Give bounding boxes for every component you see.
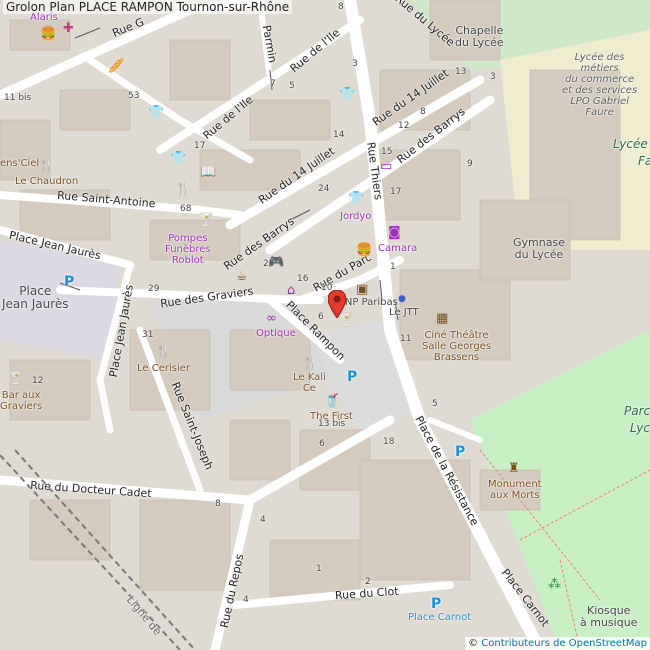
house-number: 13 bis — [318, 419, 346, 429]
poi-le-jtt[interactable]: Le JTT — [389, 307, 419, 318]
attribution-prefix: © — [468, 638, 482, 649]
poi-bar-graviers[interactable]: Bar aux Graviers — [0, 390, 42, 412]
clothes-icon[interactable]: 👕 — [148, 106, 164, 119]
place-carnot-parking: Place Carnot — [408, 612, 472, 623]
basket-icon[interactable]: ⌂ — [287, 284, 295, 297]
house-number: 11 — [400, 334, 412, 344]
parking-icon[interactable]: P — [347, 369, 357, 385]
house-number: 17 — [390, 187, 402, 197]
parking-icon[interactable]: P — [455, 444, 465, 460]
restaurant-icon[interactable]: 🍴 — [175, 183, 191, 196]
house-number: 5 — [432, 399, 438, 409]
house-number: 31 — [142, 330, 154, 340]
place-monument: Monument aux Morts — [488, 479, 542, 501]
house-number: 5 — [289, 81, 295, 91]
house-number: 12 — [32, 376, 44, 386]
house-number: 2 — [365, 577, 371, 587]
place-lycee-metiers: Lycée des métiers du commerce et des ser… — [562, 52, 638, 118]
tree-icon: ⁂ — [548, 577, 561, 592]
house-number: 1 — [316, 564, 322, 574]
fast-food-icon[interactable]: 🍔 — [356, 244, 372, 257]
cafe-icon[interactable]: 🥤 — [324, 395, 340, 408]
poi-ens-ciel[interactable]: ens'Ciel — [0, 158, 39, 169]
place-jean-jaures: Place Jean Jaurès — [2, 284, 69, 312]
poi-le-cerisier[interactable]: Le Cerisier — [137, 363, 190, 374]
restaurant-icon[interactable]: 🍴 — [155, 346, 171, 359]
house-number: 11 bis — [4, 93, 32, 103]
house-number: 4 — [243, 595, 249, 605]
attribution: © Contributeurs de OpenStreetMap — [465, 637, 650, 650]
osm-attribution-link[interactable]: Contributeurs de OpenStreetMap — [481, 638, 647, 649]
parking-icon[interactable]: P — [64, 274, 74, 290]
place-parc-2: Lyc — [630, 421, 650, 435]
poi-jordyo[interactable]: Jordyo — [340, 211, 371, 222]
house-number: 9 — [467, 159, 473, 169]
house-number: 18 — [383, 437, 395, 447]
clothes-icon[interactable]: 👕 — [348, 192, 364, 205]
map-canvas[interactable]: Grolon Plan PLACE RAMPON Tournon-sur-Rhô… — [0, 0, 650, 650]
pharmacy-icon[interactable]: ✚ — [63, 22, 74, 35]
clothes-icon[interactable]: 👕 — [339, 88, 355, 101]
house-number: 8 — [338, 2, 344, 12]
house-number: 14 — [333, 130, 345, 140]
bank-icon[interactable]: ▣ — [356, 283, 368, 296]
house-number: 12 — [398, 121, 410, 131]
bakery-icon[interactable]: 🥖 — [108, 60, 124, 73]
house-number: 6 — [318, 312, 324, 322]
house-number: 3 — [352, 59, 358, 69]
tv-icon[interactable]: ▭ — [380, 160, 392, 173]
house-number: 68 — [180, 204, 192, 214]
house-number: 3 — [490, 72, 496, 82]
cinema-icon[interactable]: ▦ — [436, 312, 448, 325]
poi-le-kali[interactable]: Le Kali Ce — [293, 372, 326, 394]
fast-food-icon[interactable]: 🍔 — [40, 28, 56, 41]
restaurant-icon[interactable]: 🍴 — [302, 357, 318, 370]
house-number: 24 — [318, 184, 330, 194]
house-number: 53 — [128, 91, 140, 101]
poi-dot-icon[interactable]: ● — [398, 295, 406, 304]
cafe-icon[interactable]: ☕ — [236, 270, 248, 283]
restaurant-icon[interactable]: 🍴 — [38, 160, 54, 173]
house-number: 13 — [455, 67, 467, 77]
clothes-icon[interactable]: 👕 — [170, 152, 186, 165]
camera-icon[interactable]: ◙ — [388, 226, 401, 239]
poi-camara[interactable]: Camara — [378, 243, 417, 254]
parking-icon[interactable]: P — [431, 596, 441, 612]
memorial-icon[interactable]: ♜ — [508, 462, 520, 475]
place-chapelle: Chapelle du Lycée — [455, 24, 504, 50]
poi-alaris[interactable]: Alaris — [30, 12, 58, 23]
place-gymnase: Gymnase du Lycée — [513, 236, 565, 262]
house-number: 15 — [381, 147, 393, 157]
place-cine: Ciné Théâtre Salle Georges Brassens — [422, 330, 492, 363]
place-kiosque: Kiosque à musique — [580, 604, 638, 630]
house-number: 7 — [270, 79, 276, 89]
poi-pompes[interactable]: Pompes Funèbres Roblot — [165, 233, 211, 266]
house-number: 17 — [194, 141, 206, 151]
pub-icon[interactable]: 🍸 — [8, 372, 24, 385]
house-number: 4 — [260, 515, 266, 525]
place-parc: Parc — [624, 404, 650, 418]
house-number: 6 — [319, 439, 325, 449]
house-number: 16 — [297, 274, 309, 284]
house-number: 1 — [390, 262, 396, 272]
game-icon[interactable]: 🎮 — [268, 256, 284, 269]
glasses-icon[interactable]: ∞ — [266, 312, 277, 325]
poi-optique[interactable]: Optique — [256, 328, 296, 339]
book-icon[interactable]: 📖 — [200, 166, 216, 179]
house-number: 8 — [420, 107, 426, 117]
map-base — [0, 0, 650, 650]
place-lycee-f: Fa — [638, 154, 650, 168]
poi-le-chaudron[interactable]: Le Chaudron — [15, 176, 78, 187]
house-number: 8 — [215, 499, 221, 509]
house-number: 29 — [148, 284, 160, 294]
place-lycee: Lycée — [613, 137, 648, 151]
pub-icon[interactable]: 🍸 — [198, 214, 214, 227]
